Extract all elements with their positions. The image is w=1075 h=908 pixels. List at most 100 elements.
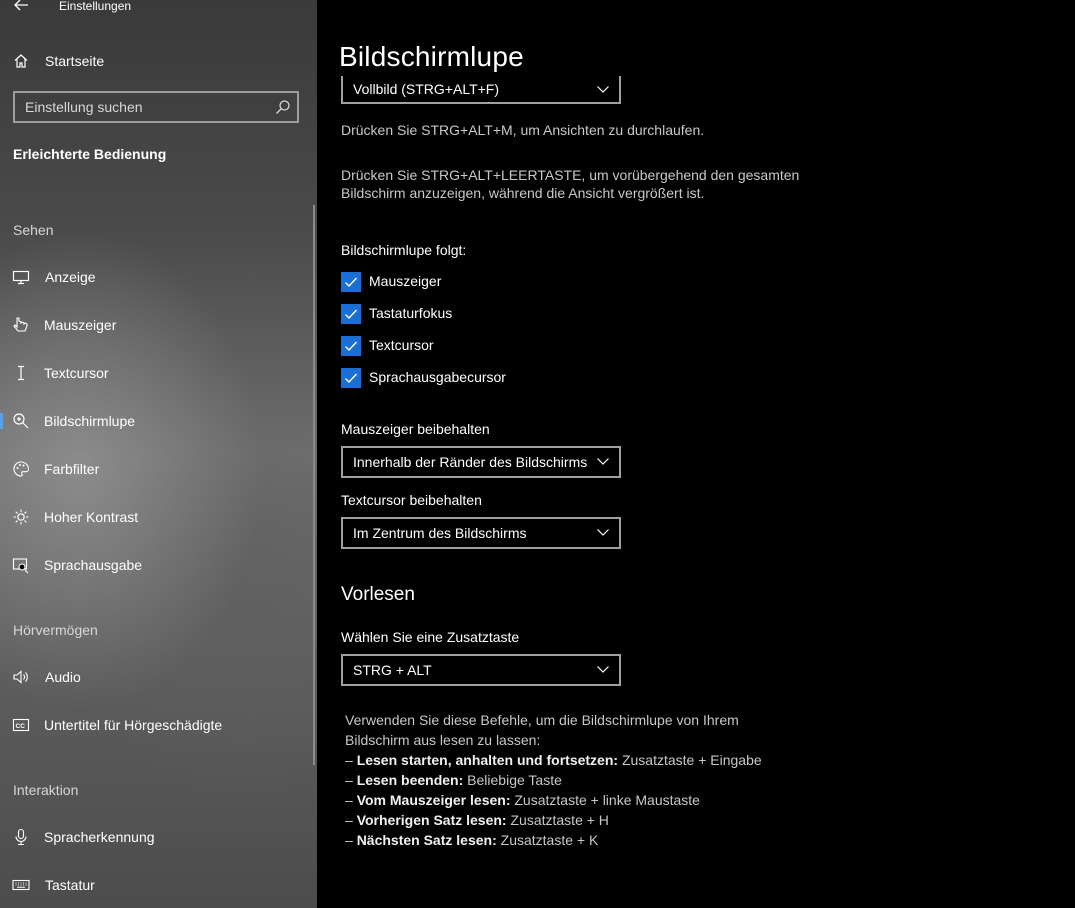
group-title: Erleichterte Bedienung xyxy=(13,146,167,162)
command-name: Vom Mauszeiger lesen: xyxy=(356,792,511,808)
search-input[interactable] xyxy=(15,93,275,121)
text-keep-dropdown[interactable]: Im Zentrum des Bildschirms xyxy=(341,517,621,549)
sidebar-item-label: Farbfilter xyxy=(44,461,100,477)
modifier-dropdown[interactable]: STRG + ALT xyxy=(341,654,621,686)
speaker-icon xyxy=(12,668,30,686)
sidebar-item-audio[interactable]: Audio xyxy=(0,657,317,697)
sun-icon xyxy=(12,508,30,526)
checkbox-label: Sprachausgabecursor xyxy=(369,369,506,385)
sidebar-item-farbfilter[interactable]: Farbfilter xyxy=(0,449,317,489)
sidebar-item-label: Startseite xyxy=(45,53,105,69)
command-line: – Vorherigen Satz lesen: Zusatztaste + H xyxy=(345,810,609,830)
search-field[interactable] xyxy=(13,91,299,123)
readout-intro-line1: Verwenden Sie diese Befehle, um die Bild… xyxy=(345,712,739,728)
sidebar-item-label: Untertitel für Hörgeschädigte xyxy=(44,717,223,733)
command-line: – Lesen starten, anhalten und fortsetzen… xyxy=(345,750,762,770)
chevron-down-icon xyxy=(597,458,609,465)
mouse-keep-label: Mauszeiger beibehalten xyxy=(341,421,490,437)
section-heading-interaktion: Interaktion xyxy=(13,782,79,798)
checkbox-label: Mauszeiger xyxy=(369,273,442,289)
mouse-keep-dropdown[interactable]: Innerhalb der Ränder des Bildschirms xyxy=(341,446,621,478)
command-name: Vorherigen Satz lesen: xyxy=(356,812,507,828)
main-content: Bildschirmlupe Vollbild (STRG+ALT+F) Drü… xyxy=(317,0,1075,908)
closed-captions-icon: CC xyxy=(12,716,30,734)
chevron-down-icon xyxy=(597,529,609,536)
command-dash: – xyxy=(345,752,357,768)
sidebar-scrollbar[interactable] xyxy=(313,205,315,765)
command-line: – Vom Mauszeiger lesen: Zusatztaste + li… xyxy=(345,790,700,810)
checkbox-label: Tastaturfokus xyxy=(369,305,453,321)
modifier-value: STRG + ALT xyxy=(353,662,432,678)
palette-icon xyxy=(12,460,30,478)
text-keep-value: Im Zentrum des Bildschirms xyxy=(353,525,527,541)
keyboard-icon xyxy=(12,876,30,894)
sidebar-item-untertitel[interactable]: CC Untertitel für Hörgeschädigte xyxy=(0,705,317,745)
sidebar-item-mauszeiger[interactable]: Mauszeiger xyxy=(0,305,317,345)
command-keys: Beliebige Taste xyxy=(463,772,562,788)
section-heading-sehen: Sehen xyxy=(13,222,54,238)
checkmark-icon[interactable] xyxy=(341,304,361,324)
hint-full-screen-line2: Bildschirm anzuzeigen, während die Ansic… xyxy=(341,185,705,201)
view-dropdown-value: Vollbild (STRG+ALT+F) xyxy=(353,81,500,97)
chevron-down-icon xyxy=(597,86,609,93)
mouse-pointer-icon xyxy=(12,316,30,334)
checkmark-icon[interactable] xyxy=(341,336,361,356)
sidebar-item-label: Tastatur xyxy=(45,877,95,893)
back-arrow-icon[interactable] xyxy=(12,0,30,14)
home-icon xyxy=(12,52,30,70)
active-indicator xyxy=(0,413,3,429)
command-keys: Zusatztaste + linke Maustaste xyxy=(510,792,700,808)
sidebar-item-label: Anzeige xyxy=(45,269,96,285)
sidebar-item-spracherkennung[interactable]: Spracherkennung xyxy=(0,817,317,857)
command-dash: – xyxy=(345,772,357,788)
readout-intro-line2: Bildschirm aus lesen zu lassen: xyxy=(345,732,541,748)
sidebar-item-bildschirmlupe[interactable]: Bildschirmlupe xyxy=(0,401,317,441)
command-dash: – xyxy=(345,792,357,808)
command-line: – Nächsten Satz lesen: Zusatztaste + K xyxy=(345,830,598,850)
checkmark-icon[interactable] xyxy=(341,272,361,292)
command-line: – Lesen beenden: Beliebige Taste xyxy=(345,770,562,790)
sidebar: Einstellungen Startseite Erleichterte Be… xyxy=(0,0,317,908)
svg-text:CC: CC xyxy=(16,723,26,730)
sidebar-item-label: Hoher Kontrast xyxy=(44,509,139,525)
app-title: Einstellungen xyxy=(59,0,132,13)
sidebar-item-label: Textcursor xyxy=(44,365,109,381)
magnifier-icon xyxy=(12,412,30,430)
readout-heading: Vorlesen xyxy=(341,584,415,605)
sidebar-item-hoher-kontrast[interactable]: Hoher Kontrast xyxy=(0,497,317,537)
command-keys: Zusatztaste + Eingabe xyxy=(618,752,762,768)
sidebar-item-label: Audio xyxy=(45,669,81,685)
sidebar-item-home[interactable]: Startseite xyxy=(0,41,317,81)
checkbox-label: Textcursor xyxy=(369,337,434,353)
sidebar-item-tastatur[interactable]: Tastatur xyxy=(0,865,317,905)
search-icon[interactable] xyxy=(275,99,291,115)
hint-cycle-views: Drücken Sie STRG+ALT+M, um Ansichten zu … xyxy=(341,122,705,138)
hint-full-screen-line1: Drücken Sie STRG+ALT+LEERTASTE, um vorüb… xyxy=(341,167,800,183)
sidebar-item-anzeige[interactable]: Anzeige xyxy=(0,257,317,297)
command-name: Nächsten Satz lesen: xyxy=(356,832,497,848)
section-heading-hoervermoegen: Hörvermögen xyxy=(13,622,98,638)
checkmark-icon[interactable] xyxy=(341,368,361,388)
microphone-icon xyxy=(12,828,30,846)
text-cursor-icon xyxy=(12,364,30,382)
command-keys: Zusatztaste + H xyxy=(506,812,609,828)
sidebar-item-sprachausgabe[interactable]: Sprachausgabe xyxy=(0,545,317,585)
chevron-down-icon xyxy=(597,666,609,673)
command-keys: Zusatztaste + K xyxy=(496,832,599,848)
follows-label: Bildschirmlupe folgt: xyxy=(341,242,467,258)
page-title: Bildschirmlupe xyxy=(339,41,524,72)
narrator-icon xyxy=(12,556,30,574)
sidebar-item-label: Mauszeiger xyxy=(44,317,117,333)
sidebar-item-label: Bildschirmlupe xyxy=(44,413,136,429)
sidebar-item-textcursor[interactable]: Textcursor xyxy=(0,353,317,393)
command-dash: – xyxy=(345,812,357,828)
display-icon xyxy=(12,268,30,286)
view-dropdown[interactable]: Vollbild (STRG+ALT+F) xyxy=(341,76,621,104)
sidebar-item-label: Spracherkennung xyxy=(44,829,155,845)
text-keep-label: Textcursor beibehalten xyxy=(341,492,482,508)
command-dash: – xyxy=(345,832,357,848)
sidebar-item-label: Sprachausgabe xyxy=(44,557,143,573)
mouse-keep-value: Innerhalb der Ränder des Bildschirms xyxy=(353,454,588,470)
command-name: Lesen starten, anhalten und fortsetzen: xyxy=(356,752,619,768)
modifier-label: Wählen Sie eine Zusatztaste xyxy=(341,629,520,645)
